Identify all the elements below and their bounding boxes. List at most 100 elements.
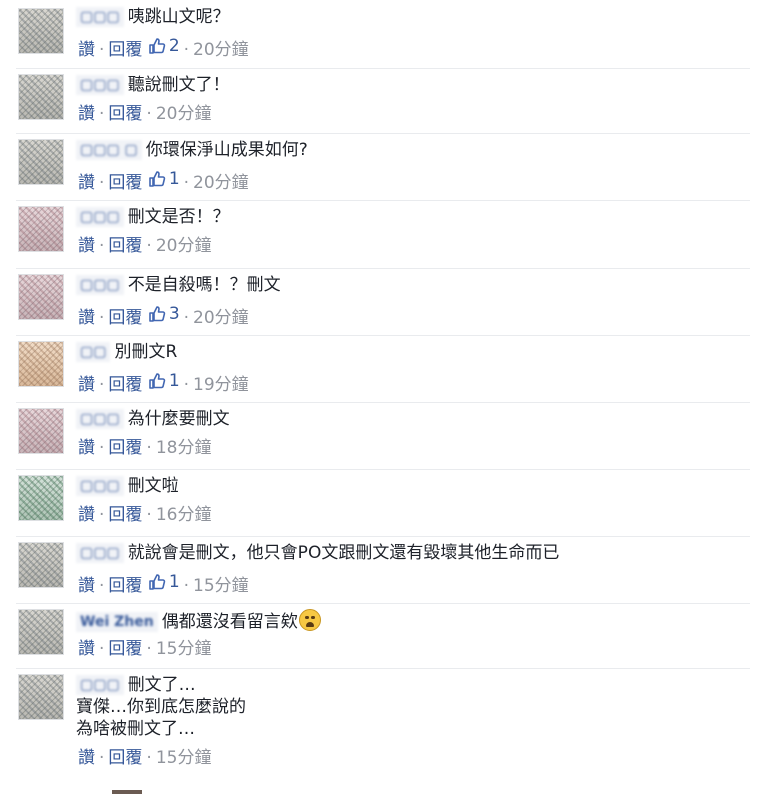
like-count-value: 1 [168, 572, 180, 592]
commenter-name[interactable]: ▢▢▢ [76, 75, 124, 95]
like-count[interactable]: 1 [148, 370, 180, 392]
like-count-value: 2 [168, 36, 180, 56]
comment-timestamp[interactable]: 19分鐘 [193, 375, 249, 395]
comment-body: ▢▢▢ 咦跳山文呢？ [76, 6, 230, 28]
like-count[interactable]: 3 [148, 303, 180, 325]
like-count[interactable]: 1 [148, 168, 180, 190]
commenter-avatar[interactable] [18, 74, 64, 120]
commenter-name[interactable]: ▢▢▢ ▢ [76, 140, 142, 160]
comment-timestamp[interactable]: 20分鐘 [193, 173, 249, 193]
reply-link[interactable]: 回覆 [108, 576, 142, 596]
comment-text: 偶都還沒看留言欸 [161, 612, 298, 632]
like-link[interactable]: 讚 [78, 173, 95, 193]
commenter-name[interactable]: ▢▢▢ [76, 409, 124, 429]
commenter-avatar[interactable] [18, 408, 64, 454]
like-count[interactable]: 2 [148, 35, 180, 57]
comment-text: 咦跳山文呢？ [127, 7, 230, 27]
comment-divider [16, 268, 750, 269]
comment-timestamp[interactable]: 15分鐘 [156, 748, 212, 768]
like-link[interactable]: 讚 [78, 40, 95, 60]
separator-dot: · [99, 236, 105, 256]
reply-link[interactable]: 回覆 [108, 438, 142, 458]
separator-dot: · [99, 505, 105, 525]
reply-link[interactable]: 回覆 [108, 308, 142, 328]
comment-actions: 讚 · 回覆 · 16分鐘 [78, 504, 211, 526]
reply-link[interactable]: 回覆 [108, 505, 142, 525]
commenter-avatar[interactable] [18, 542, 64, 588]
comment-text: 刪文啦 [127, 476, 179, 496]
comment-timestamp[interactable]: 20分鐘 [193, 308, 249, 328]
comment-text: 聽說刪文了！ [127, 75, 230, 95]
like-link[interactable]: 讚 [78, 104, 95, 124]
reply-link[interactable]: 回覆 [108, 639, 142, 659]
separator-dot: · [146, 236, 152, 256]
reply-link[interactable]: 回覆 [108, 748, 142, 768]
reply-link[interactable]: 回覆 [108, 40, 142, 60]
commenter-avatar[interactable] [18, 206, 64, 252]
comment-actions: 讚 · 回覆 1 · 19分鐘 [78, 370, 249, 396]
commenter-avatar[interactable] [18, 139, 64, 185]
commenter-name[interactable]: ▢▢▢ [76, 7, 124, 27]
separator-dot: · [183, 375, 190, 395]
like-link[interactable]: 讚 [78, 308, 95, 328]
commenter-avatar[interactable] [18, 475, 64, 521]
like-link[interactable]: 讚 [78, 438, 95, 458]
like-link[interactable]: 讚 [78, 236, 95, 256]
comment-timestamp[interactable]: 20分鐘 [156, 104, 212, 124]
like-link[interactable]: 讚 [78, 505, 95, 525]
reply-link[interactable]: 回覆 [108, 236, 142, 256]
comment-item: ▢▢▢ 就說會是刪文，他只會PO文跟刪文還有毀壞其他生命而已讚 · 回覆 1 · 15分鐘 [0, 536, 762, 602]
comment-divider [16, 536, 750, 537]
commenter-avatar[interactable] [18, 274, 64, 320]
commenter-name[interactable]: ▢▢▢ [76, 543, 124, 563]
comment-divider [16, 133, 750, 134]
like-link[interactable]: 讚 [78, 375, 95, 395]
separator-dot: · [146, 104, 152, 124]
reply-link[interactable]: 回覆 [108, 173, 142, 193]
comment-body: ▢▢▢ 刪文啦 [76, 475, 179, 497]
like-link[interactable]: 讚 [78, 639, 95, 659]
thumbs-up-icon [148, 170, 166, 188]
thumbs-up-icon [148, 372, 166, 390]
commenter-name[interactable]: ▢▢▢ [76, 207, 124, 227]
comment-divider [16, 68, 750, 69]
comment-text: 刪文了… [127, 675, 196, 695]
comment-divider [16, 603, 750, 604]
commenter-name[interactable]: ▢▢ [76, 342, 111, 362]
separator-dot: · [183, 173, 190, 193]
comment-timestamp[interactable]: 15分鐘 [193, 576, 249, 596]
comment-body: ▢▢▢ 聽說刪文了！ [76, 74, 230, 96]
like-link[interactable]: 讚 [78, 576, 95, 596]
commenter-name[interactable]: ▢▢▢ [76, 675, 124, 695]
commenter-name[interactable]: Wei Zhen [76, 612, 158, 632]
commenter-avatar[interactable] [18, 674, 64, 720]
reply-link[interactable]: 回覆 [108, 375, 142, 395]
comment-timestamp[interactable]: 15分鐘 [156, 639, 212, 659]
commenter-avatar[interactable] [18, 8, 64, 54]
comment-body: ▢▢▢ 就說會是刪文，他只會PO文跟刪文還有毀壞其他生命而已 [76, 542, 559, 564]
comment-divider [16, 335, 750, 336]
comment-body: ▢▢▢ 刪文了… [76, 674, 196, 696]
like-count-value: 1 [168, 169, 180, 189]
comment-actions: 讚 · 回覆 · 15分鐘 [78, 747, 211, 769]
reply-link[interactable]: 回覆 [108, 104, 142, 124]
commenter-name[interactable]: ▢▢▢ [76, 275, 124, 295]
comment-timestamp[interactable]: 20分鐘 [156, 236, 212, 256]
commenter-avatar[interactable] [18, 609, 64, 655]
separator-dot: · [99, 308, 105, 328]
like-link[interactable]: 讚 [78, 748, 95, 768]
comment-actions: 讚 · 回覆 3 · 20分鐘 [78, 303, 249, 329]
comment-timestamp[interactable]: 16分鐘 [156, 505, 212, 525]
comment-actions: 讚 · 回覆 1 · 20分鐘 [78, 168, 249, 194]
separator-dot: · [146, 748, 152, 768]
comment-item: ▢▢▢ 刪文是否！？讚 · 回覆 · 20分鐘 [0, 200, 762, 266]
comment-actions: 讚 · 回覆 · 18分鐘 [78, 437, 211, 459]
separator-dot: · [99, 173, 105, 193]
separator-dot: · [99, 40, 105, 60]
comment-timestamp[interactable]: 18分鐘 [156, 438, 212, 458]
commenter-avatar[interactable] [18, 341, 64, 387]
separator-dot: · [146, 639, 152, 659]
commenter-name[interactable]: ▢▢▢ [76, 476, 124, 496]
comment-timestamp[interactable]: 20分鐘 [193, 40, 249, 60]
like-count[interactable]: 1 [148, 571, 180, 593]
